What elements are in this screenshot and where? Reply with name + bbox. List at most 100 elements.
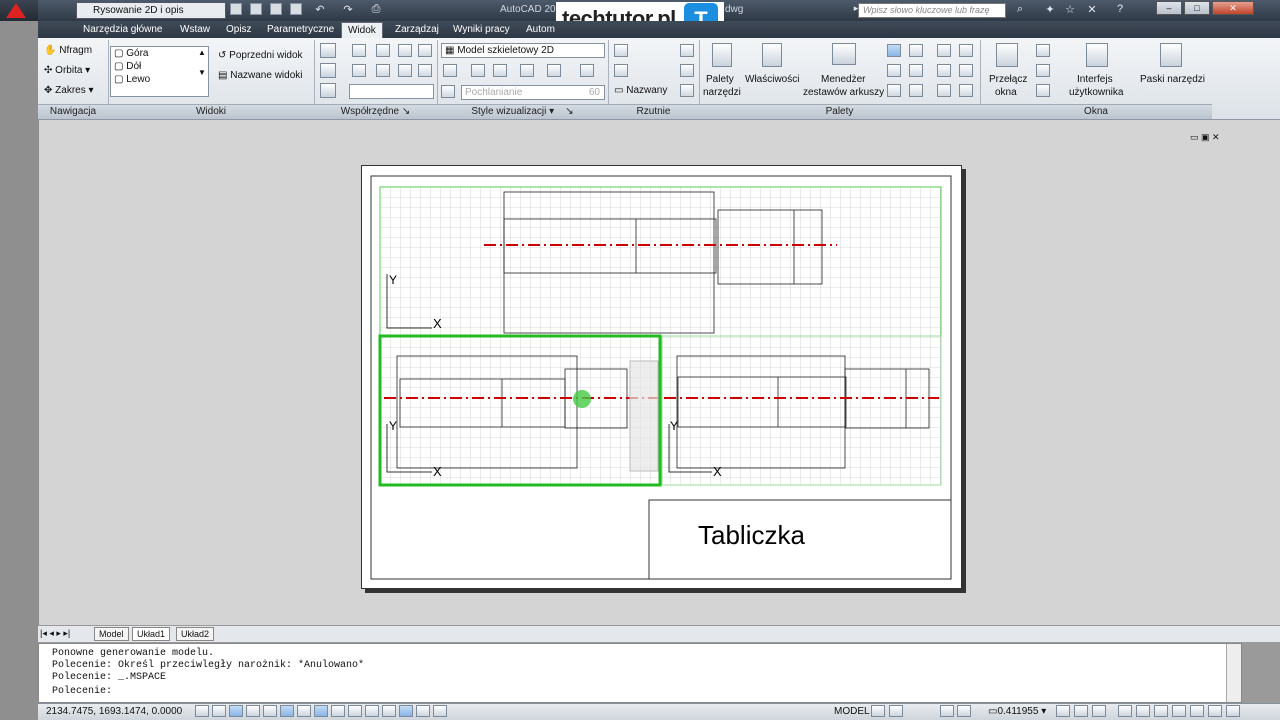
maximize-button[interactable]: □ xyxy=(1184,1,1210,15)
workspace-switch-icon[interactable] xyxy=(1118,705,1132,717)
snap-mode-icon[interactable] xyxy=(212,705,226,717)
named-viewports-button[interactable]: ▭ Nazwany xyxy=(614,85,667,96)
ucs-face-icon[interactable] xyxy=(398,64,412,77)
ucs-z-icon[interactable] xyxy=(398,44,412,57)
user-interface-button[interactable]: Interfejs xyxy=(1077,74,1113,85)
pan-button[interactable]: ✋ Nfragm xyxy=(44,45,92,56)
ucs-world-icon[interactable] xyxy=(418,44,432,57)
scroll-up-icon[interactable]: ▲ xyxy=(198,48,206,57)
object-snap-icon[interactable] xyxy=(280,705,294,717)
layout-nav-arrows[interactable]: |◂ ◂ ▸ ▸| xyxy=(40,628,70,639)
viewport-config-icon[interactable] xyxy=(614,44,628,57)
help-icon[interactable]: ? xyxy=(1112,3,1128,17)
lock-icon[interactable] xyxy=(1136,705,1150,717)
binoculars-icon[interactable]: ⌕ xyxy=(1012,3,1028,17)
communication-icon[interactable]: ☆ xyxy=(1062,3,1078,17)
palette-a-icon[interactable] xyxy=(937,44,951,57)
zoom-status-icon[interactable] xyxy=(957,705,971,717)
tool-palettes-icon[interactable] xyxy=(712,43,732,67)
layout-tab-layout2[interactable]: Układ2 xyxy=(176,627,215,641)
ucs-combo[interactable] xyxy=(349,84,434,99)
annotation-visibility-icon[interactable] xyxy=(1074,705,1088,717)
quick-view-drawings-icon[interactable] xyxy=(889,705,903,717)
clean-screen-icon[interactable] xyxy=(1226,705,1240,717)
user-interface-icon[interactable] xyxy=(1086,43,1108,67)
save-as-icon[interactable] xyxy=(290,3,302,15)
command-scrollbar[interactable] xyxy=(1226,644,1241,702)
view-top[interactable]: ▢ Góra xyxy=(111,47,208,60)
layout-tab-model[interactable]: Model xyxy=(94,627,129,641)
tab-parametric[interactable]: Parametryczne xyxy=(261,22,340,38)
polar-tracking-icon[interactable] xyxy=(263,705,277,717)
redo-icon[interactable]: ↷ xyxy=(340,3,356,17)
viewport-new-icon[interactable] xyxy=(680,44,694,57)
pan-status-icon[interactable] xyxy=(940,705,954,717)
coordinate-readout[interactable]: 2134.7475, 1693.1474, 0.0000 xyxy=(46,706,182,717)
tab-home[interactable]: Narzędzia główne xyxy=(77,22,169,38)
status-menu-icon[interactable] xyxy=(1208,705,1222,717)
named-views-button[interactable]: ▤ Nazwane widoki xyxy=(218,70,303,81)
viewport-join-icon[interactable] xyxy=(680,64,694,77)
layer-palette-icon[interactable] xyxy=(909,44,923,57)
command-input-line[interactable]: Polecenie: xyxy=(52,686,1241,698)
tilt-icon[interactable] xyxy=(441,85,455,98)
application-menu-button[interactable] xyxy=(0,0,38,21)
extents-button[interactable]: ✥ Zakres ▾ xyxy=(44,85,94,96)
minimize-button[interactable]: – xyxy=(1156,1,1182,15)
tool-palettes-button[interactable]: Palety xyxy=(706,74,734,85)
cascade-icon[interactable] xyxy=(1036,84,1050,97)
ucs-view-icon[interactable] xyxy=(352,64,366,77)
visual-style-icon[interactable] xyxy=(443,64,457,77)
annotation-monitor-icon[interactable] xyxy=(433,705,447,717)
lineweight-icon[interactable] xyxy=(365,705,379,717)
sheet-set-button[interactable]: Menedżer xyxy=(821,74,865,85)
viewport-scale[interactable]: ▭0.411955 ▾ xyxy=(988,706,1046,717)
ucs-icon[interactable] xyxy=(320,43,336,58)
sheet-set-icon[interactable] xyxy=(832,43,856,65)
switch-windows-button[interactable]: Przełącz xyxy=(989,74,1027,85)
edge-effects-icon[interactable] xyxy=(547,64,561,77)
tab-manage[interactable]: Zarządzaj xyxy=(389,22,445,38)
palette-e-icon[interactable] xyxy=(937,84,951,97)
ucs-origin-icon[interactable] xyxy=(320,63,336,78)
selection-cycling-icon[interactable] xyxy=(416,705,430,717)
drawing-window-controls[interactable]: ▭ ▣ ✕ xyxy=(1190,132,1220,143)
switch-windows-icon[interactable] xyxy=(996,43,1018,67)
ucs-zaxis-icon[interactable] xyxy=(418,64,432,77)
ortho-mode-icon[interactable] xyxy=(246,705,260,717)
search-input[interactable]: Wpisz słowo kluczowe lub frazę xyxy=(858,3,1006,18)
tile-horizontal-icon[interactable] xyxy=(1036,44,1050,57)
palette-c-icon[interactable] xyxy=(937,64,951,77)
ucs-y-icon[interactable] xyxy=(376,44,390,57)
tab-view[interactable]: Widok xyxy=(341,22,383,38)
orbit-button[interactable]: ✣ Orbita ▾ xyxy=(44,65,90,76)
designcenter-icon[interactable] xyxy=(887,64,901,77)
palette-f-icon[interactable] xyxy=(959,84,973,97)
tab-insert[interactable]: Wstaw xyxy=(174,22,216,38)
tab-output[interactable]: Wyniki pracy xyxy=(447,22,516,38)
markup-icon[interactable] xyxy=(909,64,923,77)
quick-view-layouts-icon[interactable] xyxy=(871,705,885,717)
dynamic-input-icon[interactable] xyxy=(348,705,362,717)
subscription-icon[interactable]: ✦ xyxy=(1042,3,1058,17)
3d-object-snap-icon[interactable] xyxy=(297,705,311,717)
lightbulb-icon[interactable] xyxy=(1190,705,1204,717)
palette-d-icon[interactable] xyxy=(959,64,973,77)
tile-vertical-icon[interactable] xyxy=(1036,64,1050,77)
ucs-3point-icon[interactable] xyxy=(320,83,336,98)
scroll-down-icon[interactable]: ▼ xyxy=(198,68,206,77)
ucs-x-icon[interactable] xyxy=(352,44,366,57)
materials-icon[interactable] xyxy=(493,64,507,77)
auto-scale-icon[interactable] xyxy=(1092,705,1106,717)
tab-annotate[interactable]: Opisz xyxy=(220,22,258,38)
previous-view-button[interactable]: ↺ Poprzedni widok xyxy=(218,50,303,61)
grid-display-icon[interactable] xyxy=(229,705,243,717)
dbconnect-icon[interactable] xyxy=(909,84,923,97)
open-file-icon[interactable] xyxy=(250,3,262,15)
annotation-scale-icon[interactable] xyxy=(1056,705,1070,717)
viewport-restore-icon[interactable] xyxy=(680,84,694,97)
view-bottom[interactable]: ▢ Dół xyxy=(111,60,208,73)
new-file-icon[interactable] xyxy=(230,3,242,15)
hardware-acceleration-icon[interactable] xyxy=(1154,705,1168,717)
model-space-toggle[interactable]: MODEL xyxy=(834,706,870,717)
